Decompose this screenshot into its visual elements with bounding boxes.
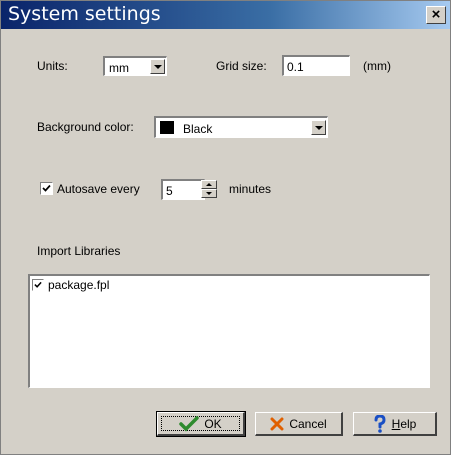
autosave-suffix: minutes — [229, 182, 272, 196]
question-mark-icon — [374, 414, 386, 433]
close-icon: × — [431, 6, 441, 23]
color-swatch — [160, 121, 174, 134]
units-label: Units: — [37, 59, 68, 73]
background-color-label: Background color: — [37, 120, 134, 134]
background-color-select[interactable]: Black — [154, 116, 328, 138]
chevron-down-icon — [154, 65, 162, 69]
spin-down-button[interactable] — [201, 189, 217, 198]
system-settings-dialog: System settings × Units: mm Grid size: 0… — [0, 0, 451, 455]
autosave-minutes-input[interactable]: 5 — [161, 179, 205, 200]
grid-size-unit: (mm) — [363, 59, 391, 73]
close-button[interactable]: × — [426, 6, 446, 24]
chevron-down-icon — [206, 192, 212, 195]
units-value: mm — [109, 61, 129, 75]
cancel-label: Cancel — [289, 416, 327, 431]
chevron-down-icon — [315, 126, 323, 130]
import-libraries-list[interactable]: package.fpl — [28, 274, 430, 388]
checkmark-icon — [42, 184, 51, 192]
autosave-checkbox[interactable] — [40, 182, 53, 195]
background-color-value: Black — [183, 122, 213, 136]
background-dropdown-button[interactable] — [311, 120, 326, 135]
autosave-spinner[interactable] — [201, 180, 217, 199]
grid-size-value: 0.1 — [287, 60, 304, 74]
autosave-minutes-value: 5 — [166, 184, 173, 198]
spin-up-button[interactable] — [201, 180, 217, 189]
checkmark-icon — [34, 281, 42, 288]
library-name: package.fpl — [48, 278, 110, 292]
title-bar[interactable]: System settings × — [1, 1, 450, 29]
units-select[interactable]: mm — [103, 56, 167, 76]
library-checkbox[interactable] — [32, 279, 44, 291]
cancel-button[interactable]: Cancel — [255, 412, 343, 436]
ok-button[interactable]: OK — [156, 411, 246, 437]
check-icon — [179, 415, 200, 431]
help-label: Help — [392, 417, 417, 431]
grid-size-input[interactable]: 0.1 — [282, 55, 350, 76]
grid-size-label: Grid size: — [216, 59, 267, 73]
ok-label: OK — [204, 416, 222, 431]
chevron-up-icon — [206, 183, 212, 186]
help-button[interactable]: Help — [353, 412, 437, 436]
x-icon — [270, 417, 284, 430]
help-label-rest: elp — [400, 416, 417, 431]
window-title: System settings — [8, 3, 161, 25]
units-dropdown-button[interactable] — [150, 59, 165, 74]
autosave-label: Autosave every — [57, 182, 140, 196]
import-libraries-label: Import Libraries — [37, 244, 121, 258]
